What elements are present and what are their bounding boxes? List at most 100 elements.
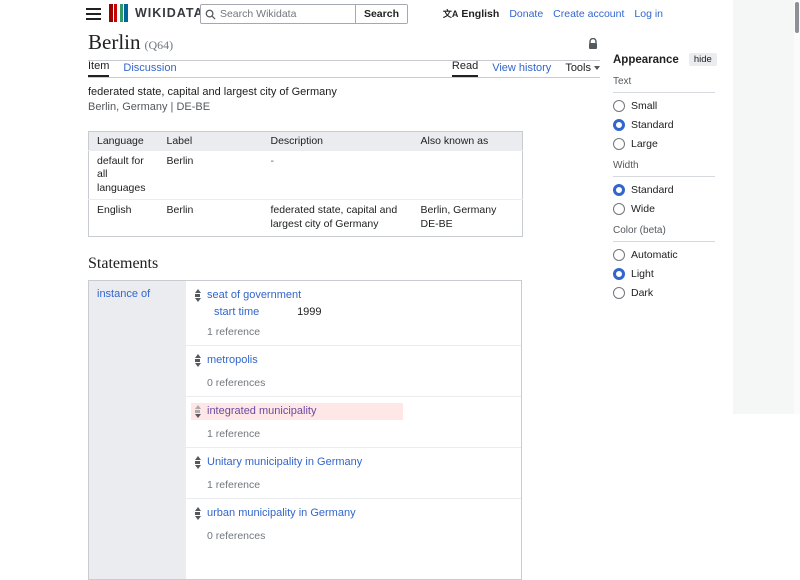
wikidata-logo-text: WIKIDATA bbox=[135, 6, 204, 20]
scrollbar-thumb[interactable] bbox=[795, 2, 799, 33]
claim-value-link[interactable]: metropolis bbox=[207, 354, 258, 366]
cell-language: English bbox=[89, 200, 159, 236]
claim-value-link[interactable]: urban municipality in Germany bbox=[207, 507, 356, 519]
create-account-link[interactable]: Create account bbox=[553, 8, 624, 20]
claim-value-link[interactable]: integrated municipality bbox=[207, 405, 316, 417]
radio-selected-icon[interactable] bbox=[613, 184, 625, 196]
claims-column: seat of government start time 1999 1 ref… bbox=[186, 281, 521, 579]
references-toggle[interactable]: 1 reference bbox=[191, 318, 515, 338]
rank-selector-icon[interactable] bbox=[194, 507, 201, 520]
color-section-label: Color (beta) bbox=[613, 225, 715, 242]
claim-metropolis: metropolis 0 references bbox=[186, 345, 521, 396]
search-bar[interactable]: Search bbox=[200, 4, 408, 24]
radio-icon[interactable] bbox=[613, 138, 625, 150]
cell-label: Berlin bbox=[159, 200, 263, 236]
table-row: English Berlin federated state, capital … bbox=[89, 200, 523, 236]
claim-integrated-municipality-deprecated: integrated municipality 1 reference bbox=[186, 396, 521, 447]
references-toggle[interactable]: 0 references bbox=[191, 522, 515, 542]
cell-language: default for all languages bbox=[89, 150, 159, 200]
terms-table-header-row: Language Label Description Also known as bbox=[89, 131, 523, 150]
qualifier-property-link[interactable]: start time bbox=[214, 306, 294, 318]
radio-color-dark[interactable]: Dark bbox=[613, 287, 715, 299]
search-input[interactable] bbox=[220, 5, 355, 23]
page-gutter bbox=[733, 0, 800, 414]
width-section-label: Width bbox=[613, 160, 715, 177]
wikidata-page: { "colors": { "link_blue": "#3366cc", "v… bbox=[0, 0, 800, 414]
radio-text-large[interactable]: Large bbox=[613, 138, 715, 150]
radio-text-standard[interactable]: Standard bbox=[613, 119, 715, 131]
radio-icon[interactable] bbox=[613, 249, 625, 261]
cell-aliases: Berlin, Germany DE-BE bbox=[413, 200, 523, 236]
claim-value-link[interactable]: seat of government bbox=[207, 289, 301, 301]
language-label: English bbox=[461, 8, 499, 20]
search-button[interactable]: Search bbox=[355, 5, 407, 23]
appearance-hide-button[interactable]: hide bbox=[689, 53, 717, 66]
tools-menu[interactable]: Tools bbox=[565, 62, 600, 77]
wikidata-logo[interactable]: WIKIDATA bbox=[109, 4, 204, 22]
col-label: Label bbox=[159, 131, 263, 150]
claim-urban-municipality: urban municipality in Germany 0 referenc… bbox=[186, 498, 521, 549]
tab-bar: Item Discussion Read View history Tools bbox=[88, 61, 600, 78]
cell-label: Berlin bbox=[159, 150, 263, 200]
chevron-down-icon bbox=[594, 66, 600, 70]
tab-discussion[interactable]: Discussion bbox=[123, 62, 176, 77]
entity-summary: federated state, capital and largest cit… bbox=[88, 86, 600, 115]
appearance-title: Appearance bbox=[613, 54, 679, 66]
cell-aliases bbox=[413, 150, 523, 200]
col-language: Language bbox=[89, 131, 159, 150]
log-in-link[interactable]: Log in bbox=[634, 8, 663, 20]
radio-icon[interactable] bbox=[613, 287, 625, 299]
radio-width-wide[interactable]: Wide bbox=[613, 203, 715, 215]
radio-color-light[interactable]: Light bbox=[613, 268, 715, 280]
radio-icon[interactable] bbox=[613, 100, 625, 112]
top-header: WIKIDATA Search 文A English Donate Create… bbox=[0, 0, 733, 28]
qualifier-value: 1999 bbox=[297, 306, 321, 318]
claim-value-row: metropolis bbox=[191, 352, 515, 369]
radio-color-automatic[interactable]: Automatic bbox=[613, 249, 715, 261]
rank-selector-icon[interactable] bbox=[194, 289, 201, 302]
cell-description: - bbox=[263, 150, 413, 200]
radio-selected-icon[interactable] bbox=[613, 268, 625, 280]
search-icon bbox=[201, 5, 220, 23]
claim-value-link[interactable]: Unitary municipality in Germany bbox=[207, 456, 362, 468]
donate-link[interactable]: Donate bbox=[509, 8, 543, 20]
references-toggle[interactable]: 1 reference bbox=[191, 471, 515, 491]
main-menu-icon[interactable] bbox=[86, 8, 101, 20]
claim-value-row: seat of government bbox=[191, 287, 515, 304]
statements-heading: Statements bbox=[88, 255, 600, 273]
protection-lock-icon bbox=[588, 38, 598, 53]
radio-text-small[interactable]: Small bbox=[613, 100, 715, 112]
entity-aliases: Berlin, Germany | DE-BE bbox=[88, 101, 600, 115]
scrollbar[interactable] bbox=[794, 0, 800, 414]
references-toggle[interactable]: 1 reference bbox=[191, 420, 515, 440]
radio-selected-icon[interactable] bbox=[613, 119, 625, 131]
wikidata-logo-bars-icon bbox=[109, 4, 128, 22]
cell-description: federated state, capital and largest cit… bbox=[263, 200, 413, 236]
language-selector[interactable]: 文A English bbox=[443, 7, 499, 20]
rank-selector-icon-deprecated[interactable] bbox=[194, 405, 201, 418]
main-content: Berlin(Q64) Item Discussion Read View hi… bbox=[88, 30, 600, 580]
page-title: Berlin bbox=[88, 30, 141, 54]
qualifier-row: start time 1999 bbox=[191, 304, 515, 318]
tab-item[interactable]: Item bbox=[88, 60, 109, 77]
statements-group: instance of seat of government start tim… bbox=[88, 280, 522, 580]
rank-selector-icon[interactable] bbox=[194, 354, 201, 367]
claim-value-row: Unitary municipality in Germany bbox=[191, 454, 515, 471]
rank-selector-icon[interactable] bbox=[194, 456, 201, 469]
property-link-instance-of[interactable]: instance of bbox=[97, 288, 150, 300]
claim-value-row: urban municipality in Germany bbox=[191, 505, 515, 522]
col-description: Description bbox=[263, 131, 413, 150]
appearance-header: Appearance hide bbox=[613, 53, 715, 66]
table-row: default for all languages Berlin - bbox=[89, 150, 523, 200]
alias-value: DE-BE bbox=[421, 218, 515, 232]
claim-value-row-deprecated: integrated municipality bbox=[191, 403, 403, 420]
tab-read[interactable]: Read bbox=[452, 60, 478, 77]
claim-unitary-municipality: Unitary municipality in Germany 1 refere… bbox=[186, 447, 521, 498]
tab-view-history[interactable]: View history bbox=[492, 62, 551, 77]
references-toggle[interactable]: 0 references bbox=[191, 369, 515, 389]
radio-width-standard[interactable]: Standard bbox=[613, 184, 715, 196]
title-row: Berlin(Q64) bbox=[88, 30, 600, 61]
radio-icon[interactable] bbox=[613, 203, 625, 215]
col-also-known-as: Also known as bbox=[413, 131, 523, 150]
header-user-links: 文A English Donate Create account Log in bbox=[443, 7, 663, 20]
